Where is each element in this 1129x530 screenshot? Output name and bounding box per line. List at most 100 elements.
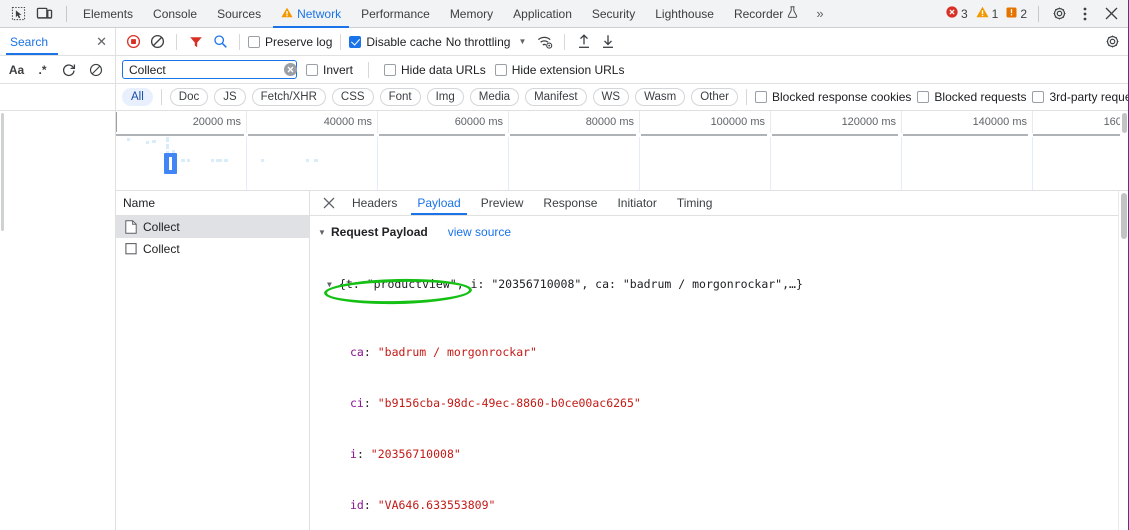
throttling-select[interactable]: No throttling: [444, 35, 513, 49]
timeline-grid: [116, 137, 1129, 190]
import-har-icon[interactable]: [573, 31, 595, 53]
type-filter-css[interactable]: CSS: [331, 88, 374, 106]
settings-gear-icon[interactable]: [1047, 2, 1071, 26]
tab-elements[interactable]: Elements: [73, 0, 143, 28]
filter-funnel-icon[interactable]: [185, 31, 207, 53]
detail-tab-payload[interactable]: Payload: [407, 191, 470, 215]
warning-counter[interactable]: 1: [973, 6, 1002, 21]
clear-network-icon[interactable]: [146, 31, 168, 53]
scrollbar-thumb[interactable]: [1, 113, 4, 231]
regex-button[interactable]: .*: [32, 60, 53, 80]
search-drawer-tab[interactable]: Search ✕: [0, 28, 116, 55]
timeline-selected-request[interactable]: [164, 153, 177, 174]
more-tabs-button[interactable]: »: [808, 6, 831, 21]
clear-icon[interactable]: [85, 60, 107, 80]
preserve-log-checkbox[interactable]: Preserve log: [248, 35, 332, 49]
tab-label: Memory: [449, 6, 494, 21]
chevron-down-icon[interactable]: ▼: [514, 37, 532, 46]
third-party-requests-checkbox[interactable]: 3rd-party requests: [1032, 90, 1129, 104]
blocked-response-cookies-checkbox[interactable]: Blocked response cookies: [755, 90, 911, 104]
detail-tab-timing[interactable]: Timing: [667, 191, 723, 215]
checkbox-box: [1032, 91, 1045, 103]
filter-input-wrapper[interactable]: [122, 60, 297, 79]
tab-label: Recorder: [733, 6, 784, 21]
tab-security[interactable]: Security: [582, 0, 645, 28]
tab-application[interactable]: Application: [503, 0, 582, 28]
toolbar-divider: [160, 89, 162, 105]
payload-key: ca: [350, 345, 364, 359]
tab-lighthouse[interactable]: Lighthouse: [645, 0, 724, 28]
warning-count: 1: [991, 6, 999, 21]
request-row-collect-2[interactable]: Collect: [116, 238, 309, 260]
filter-input[interactable]: [129, 61, 284, 78]
type-filter-all[interactable]: All: [122, 88, 153, 106]
document-icon: [125, 220, 137, 234]
tab-sources[interactable]: Sources: [207, 0, 271, 28]
toolbar-divider: [66, 5, 67, 22]
inspect-element-icon[interactable]: [6, 3, 30, 25]
checkbox-box: [494, 63, 507, 76]
toolbar-divider: [746, 89, 747, 105]
payload-key: id: [350, 498, 364, 512]
type-filter-media[interactable]: Media: [469, 88, 520, 106]
tab-network[interactable]: Network: [271, 0, 351, 28]
more-options-icon[interactable]: [1073, 2, 1097, 26]
error-counter[interactable]: 3: [943, 6, 971, 21]
invert-checkbox[interactable]: Invert: [306, 63, 353, 77]
search-icon[interactable]: [209, 31, 231, 53]
issues-counter[interactable]: 2: [1003, 7, 1030, 21]
type-filter-img[interactable]: Img: [426, 88, 464, 106]
payload-object-preview-row[interactable]: ▼ {t: "productview", i: "20356710008", c…: [310, 276, 1129, 293]
search-options: Aa .*: [0, 56, 116, 83]
type-filter-wasm[interactable]: Wasm: [635, 88, 686, 106]
toolbar-divider: [368, 61, 370, 78]
search-close-icon[interactable]: ✕: [96, 35, 107, 48]
scrollbar-thumb[interactable]: [1121, 193, 1127, 239]
devtools-top-bar: Elements Console Sources Network Perform…: [0, 0, 1129, 28]
match-case-button[interactable]: Aa: [6, 60, 27, 80]
tab-memory[interactable]: Memory: [440, 0, 503, 28]
request-detail-pane: Headers Payload Preview Response Initiat…: [310, 191, 1129, 530]
blocked-requests-checkbox[interactable]: Blocked requests: [917, 90, 1026, 104]
type-filter-ws[interactable]: WS: [592, 88, 630, 106]
hide-data-urls-checkbox[interactable]: Hide data URLs: [384, 63, 486, 77]
refresh-icon[interactable]: [58, 60, 80, 80]
detail-tab-initiator[interactable]: Initiator: [607, 191, 666, 215]
type-filter-other[interactable]: Other: [691, 88, 738, 106]
tab-recorder[interactable]: Recorder: [724, 0, 808, 28]
expand-triangle-icon[interactable]: ▼: [327, 276, 339, 293]
close-detail-icon[interactable]: [316, 191, 342, 215]
type-filter-manifest[interactable]: Manifest: [525, 88, 587, 106]
request-row-collect-1[interactable]: Collect: [116, 216, 309, 238]
tab-label: Console: [153, 6, 198, 21]
detail-tab-response[interactable]: Response: [533, 191, 607, 215]
search-panel-spacer: [0, 84, 116, 110]
type-filter-font[interactable]: Font: [379, 88, 421, 106]
detail-tab-preview[interactable]: Preview: [471, 191, 534, 215]
type-filter-doc[interactable]: Doc: [169, 88, 209, 106]
device-toolbar-icon[interactable]: [32, 3, 56, 25]
type-filter-fetch-xhr[interactable]: Fetch/XHR: [251, 88, 326, 106]
tab-console[interactable]: Console: [143, 0, 207, 28]
payload-key: i: [350, 447, 357, 461]
detail-tab-headers[interactable]: Headers: [342, 191, 407, 215]
request-name: Collect: [143, 220, 180, 234]
record-stop-icon[interactable]: [122, 31, 144, 53]
hide-extension-urls-checkbox[interactable]: Hide extension URLs: [494, 63, 624, 77]
disable-cache-checkbox[interactable]: Disable cache: [349, 35, 442, 49]
network-overview-timeline[interactable]: 20000 ms 40000 ms 60000 ms 80000 ms 1000…: [116, 111, 1129, 191]
view-source-link[interactable]: view source: [448, 225, 511, 239]
network-settings-gear-icon[interactable]: [1101, 31, 1123, 53]
search-panel-scrollbar[interactable]: [0, 111, 5, 530]
generic-file-icon: [125, 242, 137, 256]
scrollbar-thumb[interactable]: [1122, 113, 1127, 133]
type-filter-js[interactable]: JS: [214, 88, 246, 106]
collapse-triangle-icon[interactable]: ▼: [318, 228, 328, 237]
close-devtools-icon[interactable]: [1099, 2, 1123, 26]
clear-filter-icon[interactable]: [284, 63, 297, 76]
network-conditions-icon[interactable]: [534, 31, 556, 53]
tab-performance[interactable]: Performance: [351, 0, 440, 28]
request-list-header[interactable]: Name: [116, 191, 309, 216]
export-har-icon[interactable]: [597, 31, 619, 53]
devtools-window: Elements Console Sources Network Perform…: [0, 0, 1129, 530]
